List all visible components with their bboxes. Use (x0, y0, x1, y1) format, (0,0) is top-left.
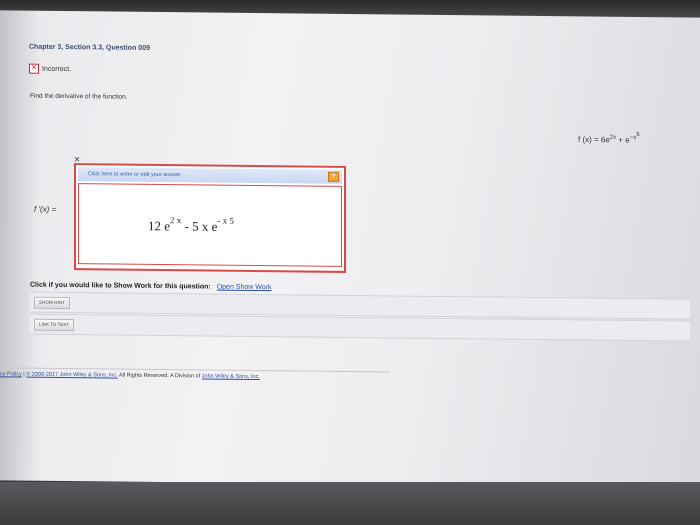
open-show-work-link[interactable]: Open Show Work (217, 284, 272, 292)
answer-term-1: 12 e (148, 218, 171, 234)
edit-answer-link[interactable]: Click here to enter or edit your answer (78, 167, 342, 184)
answer-expression: 12 e2 x - 5 x e- x 5 (148, 215, 234, 235)
show-work-prompt: Click if you would like to Show Work for… (30, 281, 211, 291)
browser-viewport: Chapter 3, Section 3.3, Question 009 ✕ I… (0, 10, 700, 488)
footer-separator: | (23, 371, 25, 378)
answer-term-2: - 5 x e (181, 218, 218, 234)
copyright-link[interactable]: © 2000-2017 John Wiley & Sons, Inc. (26, 372, 118, 379)
help-icon[interactable]: ? (328, 171, 339, 182)
company-link[interactable]: John Wiley & Sons, Inc. (202, 373, 260, 380)
show-hint-button[interactable]: SHOW HINT (34, 296, 70, 310)
given-function-mid: + e (616, 135, 630, 145)
derivative-label: f ′(x) = (34, 204, 57, 214)
question-heading: Chapter 3, Section 3.3, Question 009 (29, 43, 150, 52)
status-label: Incorrect. (42, 65, 72, 73)
rights-text: All Rights Reserved. A Division of (118, 372, 201, 380)
incorrect-x-icon: ✕ (29, 63, 39, 74)
privacy-policy-link[interactable]: cy Policy (0, 371, 22, 377)
given-function-lhs: f (x) = 6e (578, 135, 610, 145)
given-exponent-2: −x5 (630, 131, 640, 141)
given-function: f (x) = 6e2x + e−x5 (578, 131, 640, 145)
answer-status: ✕ Incorrect. (29, 63, 72, 74)
answer-exponent-2: - x 5 (217, 215, 234, 226)
question-instruction: Find the derivative of the function. (30, 92, 128, 101)
screen-shadow (0, 10, 40, 481)
answer-exponent-1: 2 x (170, 215, 182, 226)
show-work-row: Click if you would like to Show Work for… (30, 282, 271, 292)
link-to-text-button[interactable]: LINK TO TEXT (34, 318, 75, 332)
monitor-bottom-bezel (0, 482, 700, 525)
given-exponent-2-power: 5 (636, 131, 640, 139)
